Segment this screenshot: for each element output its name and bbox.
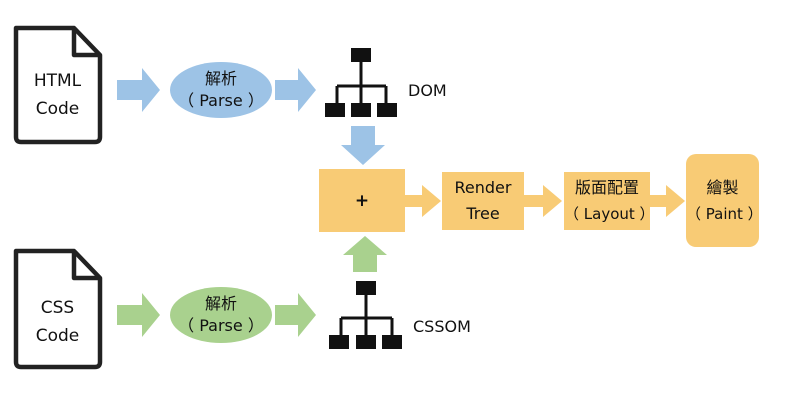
parse-html-label-line2: （ Parse ） <box>178 91 264 110</box>
paint-label-line2: （ Paint ） <box>686 204 763 223</box>
parse-css-node: 解析 （ Parse ） <box>170 287 272 343</box>
render-tree-label-line2: Tree <box>466 204 500 223</box>
layout-label-line1: 版面配置 <box>574 178 639 197</box>
dom-label: DOM <box>408 81 447 100</box>
arrow-css-to-parse <box>117 293 160 337</box>
parse-css-label-line2: （ Parse ） <box>178 316 264 335</box>
arrow-cssom-to-combine <box>343 236 387 272</box>
paint-box: 繪製 （ Paint ） <box>686 154 763 247</box>
render-tree-label-line1: Render <box>454 178 512 197</box>
combine-box: + <box>319 169 405 232</box>
layout-box: 版面配置 （ Layout ） <box>564 172 655 230</box>
parse-html-label-line1: 解析 <box>204 69 237 88</box>
arrow-parse-to-cssom <box>275 293 316 337</box>
parse-css-label-line1: 解析 <box>204 294 237 313</box>
parse-html-node: 解析 （ Parse ） <box>170 62 272 118</box>
arrow-render-tree-to-layout <box>524 185 562 217</box>
arrow-dom-to-combine <box>341 126 385 165</box>
dom-tree-icon <box>325 48 397 117</box>
paint-label-line1: 繪製 <box>706 177 739 197</box>
layout-label-line2: （ Layout ） <box>564 205 655 223</box>
cssom-label: CSSOM <box>413 317 471 336</box>
arrow-html-to-parse <box>117 68 160 112</box>
render-tree-box: Render Tree <box>442 172 524 230</box>
cssom-tree-icon <box>329 281 402 349</box>
combine-label: + <box>354 190 370 211</box>
arrow-parse-to-dom <box>275 68 316 112</box>
arrow-combine-to-render-tree <box>404 185 441 217</box>
arrow-layout-to-paint <box>650 185 685 217</box>
